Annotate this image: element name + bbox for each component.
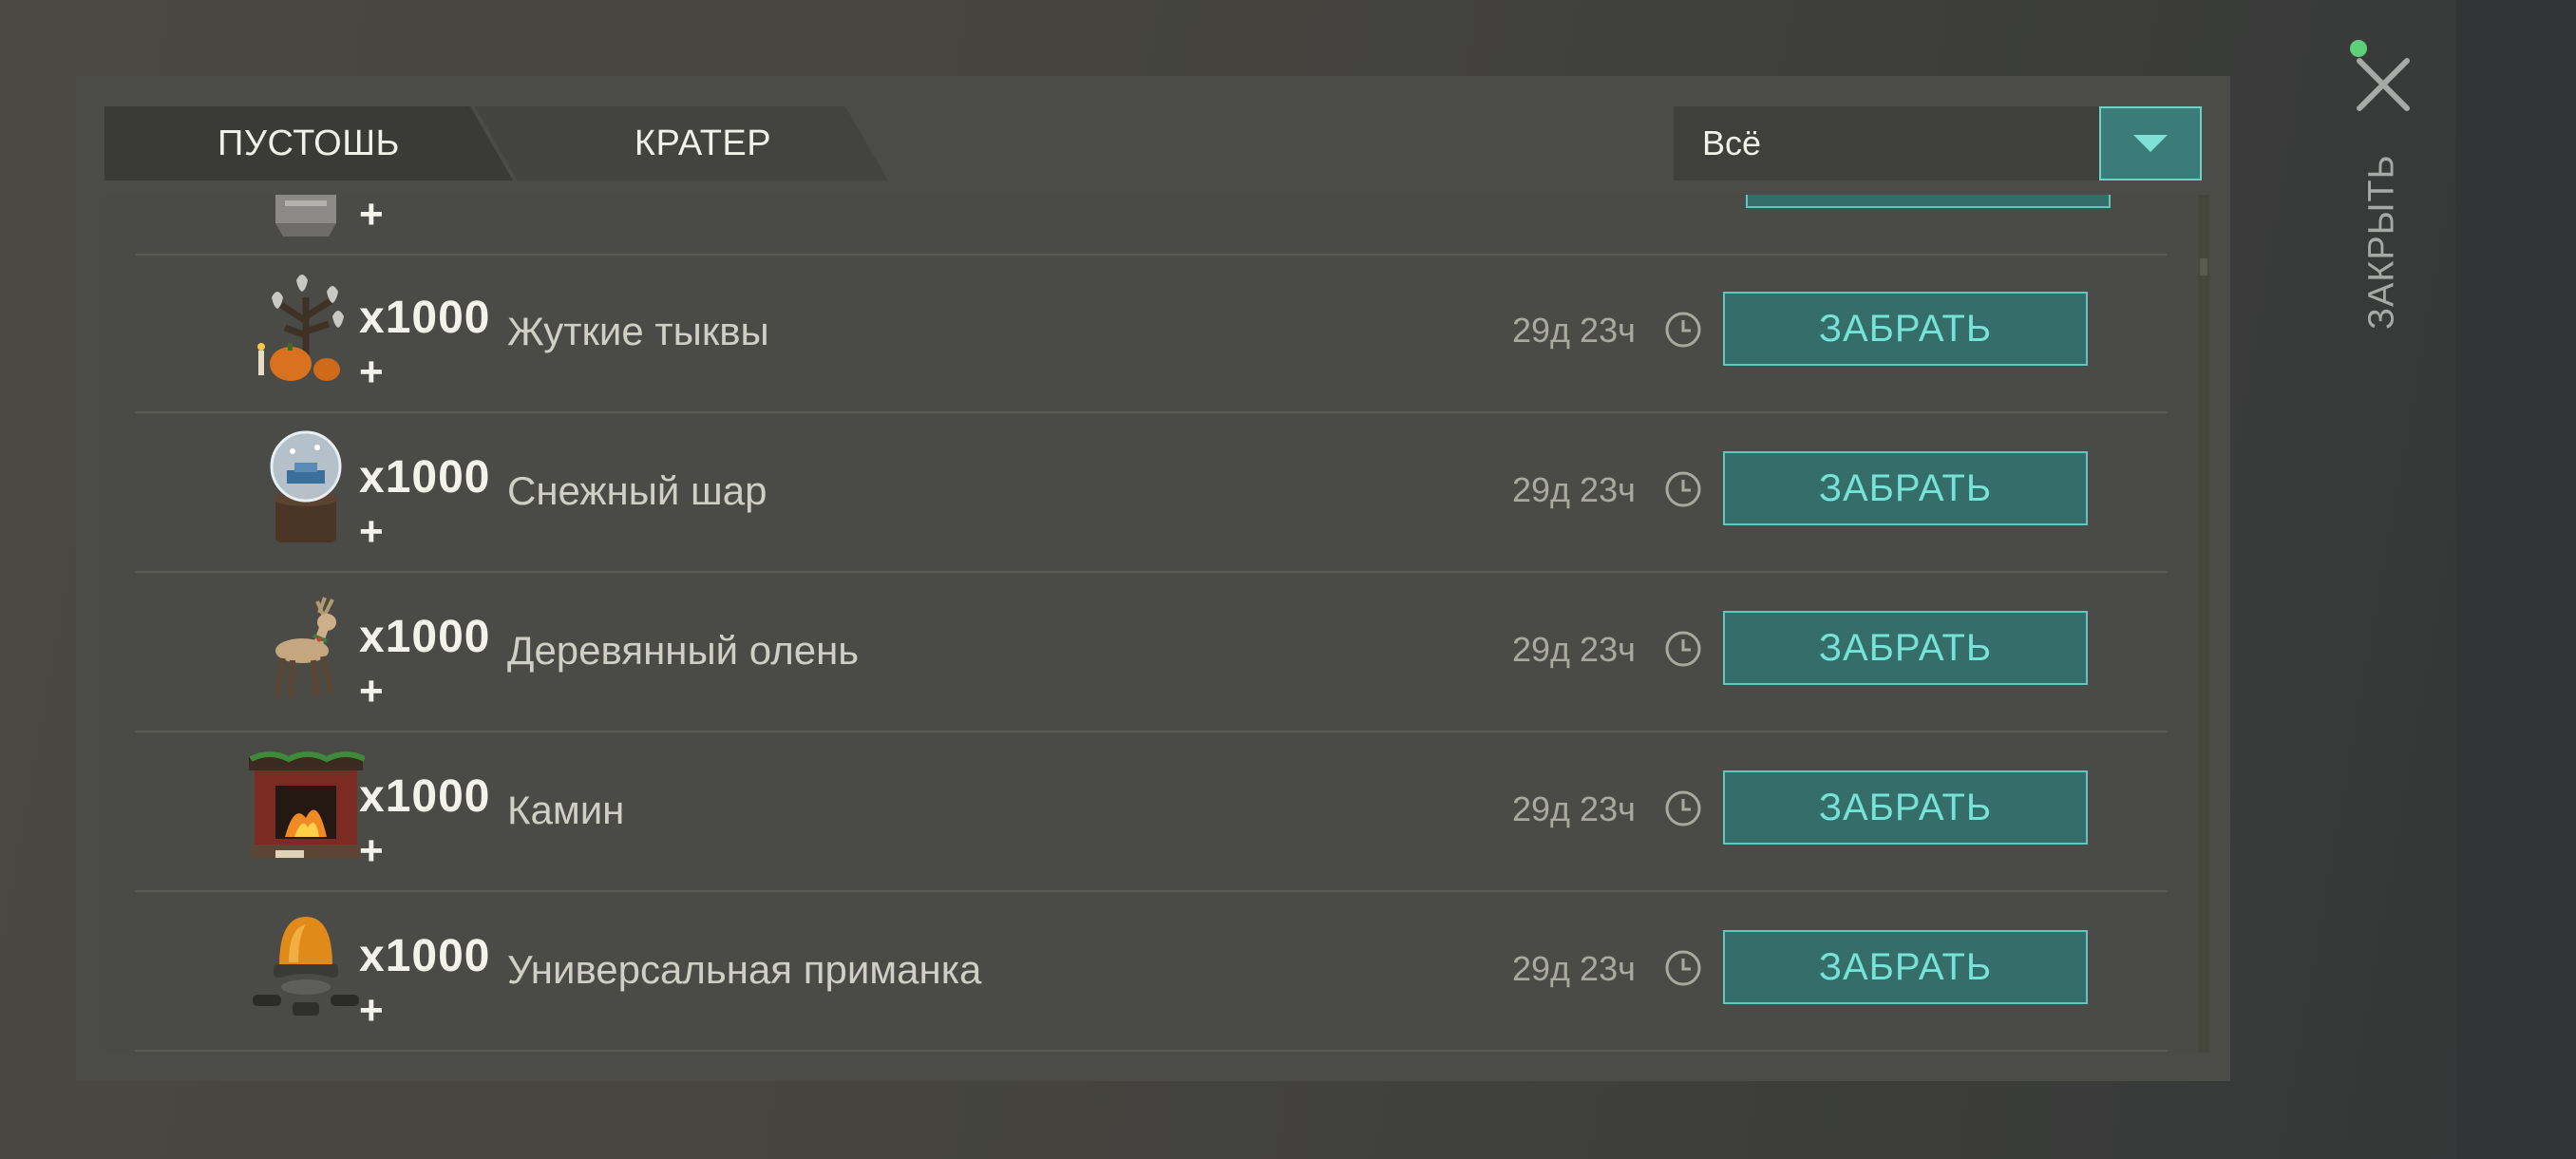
- quantity-plus: +: [359, 827, 384, 874]
- claim-button-partial[interactable]: [1746, 195, 2111, 208]
- list-item: x1000 + Универсальная приманка 29д 23ч З…: [135, 892, 2168, 1052]
- clock-icon: [1665, 631, 1701, 667]
- quantity-plus: +: [359, 508, 384, 555]
- list-item: x1000 + Жуткие тыквы 29д 23ч ЗАБРАТЬ: [135, 254, 2168, 413]
- expiry-timer: 29д 23ч: [1512, 630, 1636, 669]
- quantity: x1000: [359, 771, 491, 822]
- claim-button[interactable]: ЗАБРАТЬ: [1723, 292, 2088, 366]
- rewards-list[interactable]: + x1000 + Жуткие тыквы 29д 23ч ЗАБРАТЬ x…: [104, 195, 2196, 1053]
- claim-button[interactable]: ЗАБРАТЬ: [1723, 770, 2088, 845]
- clock-icon: [1665, 790, 1701, 826]
- crate-icon: [275, 195, 336, 237]
- item-name: Деревянный олень: [507, 628, 860, 673]
- scrollbar-thumb[interactable]: [2200, 258, 2207, 276]
- claim-button[interactable]: ЗАБРАТЬ: [1723, 930, 2088, 1004]
- tab-wasteland[interactable]: ПУСТОШЬ: [104, 106, 513, 180]
- close-icon[interactable]: [2354, 55, 2413, 114]
- fireplace-icon: [249, 751, 365, 858]
- item-name: Универсальная приманка: [507, 947, 982, 992]
- wooden-deer-icon: [275, 597, 336, 699]
- filter-selected-value: Всё: [1702, 124, 1762, 162]
- claim-button-label: ЗАБРАТЬ: [1818, 466, 1993, 509]
- item-name: Камин: [507, 788, 625, 832]
- filter-dropdown-toggle[interactable]: [2099, 106, 2202, 180]
- item-name: Жуткие тыквы: [507, 309, 769, 353]
- list-item: x1000 + Снежный шар 29д 23ч ЗАБРАТЬ: [135, 413, 2168, 573]
- quantity-plus: +: [359, 195, 384, 238]
- quantity-plus: +: [359, 668, 384, 714]
- expiry-timer: 29д 23ч: [1512, 470, 1636, 509]
- beacon-lure-icon: [253, 917, 359, 1016]
- expiry-timer: 29д 23ч: [1512, 949, 1636, 988]
- tab-crater-label: КРАТЕР: [634, 123, 772, 163]
- clock-icon: [1665, 471, 1701, 507]
- scrollbar-track[interactable]: [2198, 195, 2209, 1053]
- list-item: x1000 + Камин 29д 23ч ЗАБРАТЬ: [135, 732, 2168, 892]
- quantity: x1000: [359, 293, 491, 343]
- claim-button-label: ЗАБРАТЬ: [1818, 786, 1993, 828]
- item-name: Снежный шар: [507, 468, 767, 513]
- claim-button-label: ЗАБРАТЬ: [1818, 307, 1993, 350]
- claim-button-label: ЗАБРАТЬ: [1818, 626, 1993, 669]
- spooky-pumpkin-tree-icon: [257, 275, 344, 381]
- clock-icon: [1665, 950, 1701, 986]
- close-label: ЗАКРЫТЬ: [2361, 154, 2402, 331]
- tab-crater[interactable]: КРАТЕР: [475, 106, 931, 180]
- quantity: x1000: [359, 452, 491, 503]
- quantity-plus: +: [359, 987, 384, 1034]
- filter-dropdown[interactable]: Всё: [1674, 106, 2101, 180]
- expiry-timer: 29д 23ч: [1512, 789, 1636, 828]
- list-item-partial: +: [135, 195, 2168, 256]
- list-item: x1000 + Деревянный олень 29д 23ч ЗАБРАТЬ: [135, 573, 2168, 732]
- expiry-timer: 29д 23ч: [1512, 311, 1636, 350]
- clock-icon: [1665, 312, 1701, 348]
- tab-wasteland-label: ПУСТОШЬ: [218, 123, 400, 163]
- quantity: x1000: [359, 931, 491, 981]
- quantity: x1000: [359, 612, 491, 662]
- snow-globe-icon: [270, 430, 342, 542]
- claim-button[interactable]: ЗАБРАТЬ: [1723, 451, 2088, 525]
- close-button[interactable]: ЗАКРЫТЬ: [2335, 152, 2430, 332]
- quantity-plus: +: [359, 349, 384, 395]
- claim-button-label: ЗАБРАТЬ: [1818, 945, 1993, 988]
- chevron-down-icon: [2133, 135, 2168, 152]
- right-side-strip: [2456, 0, 2576, 1159]
- claim-button[interactable]: ЗАБРАТЬ: [1723, 611, 2088, 685]
